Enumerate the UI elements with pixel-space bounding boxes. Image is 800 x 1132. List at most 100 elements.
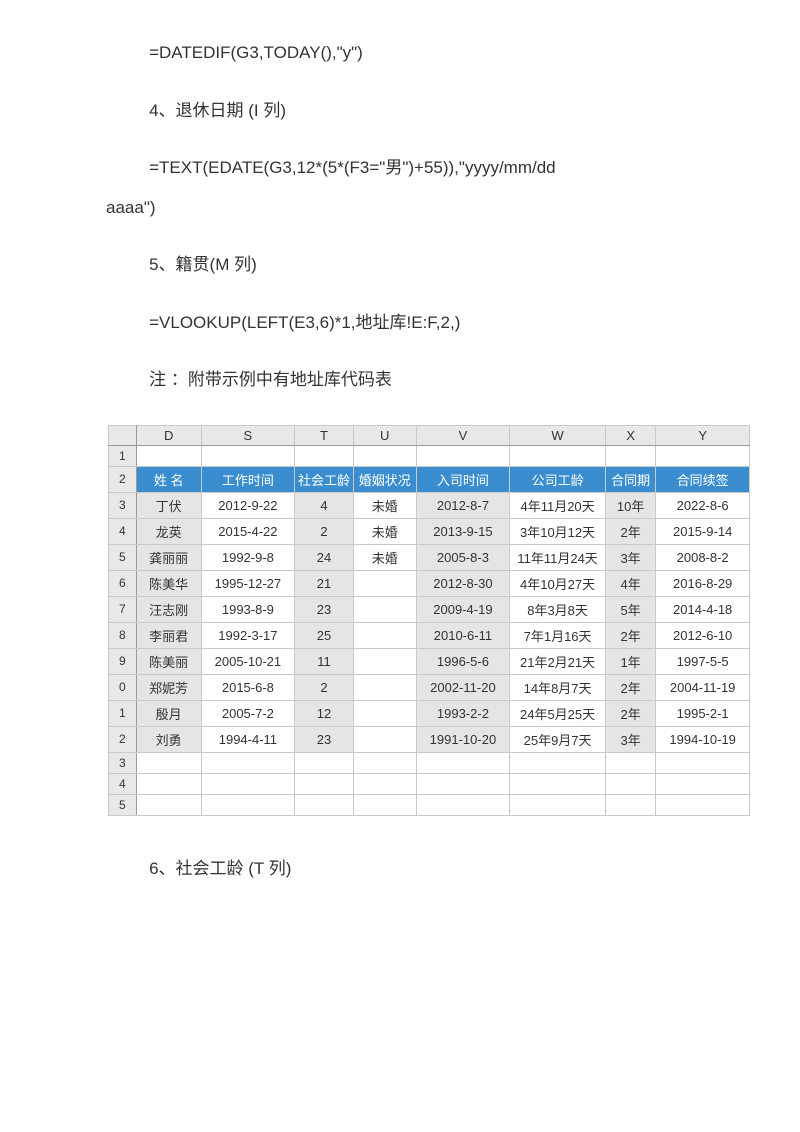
cell-join[interactable]: 1991-10-20 bbox=[416, 726, 510, 752]
cell-mar[interactable] bbox=[353, 674, 416, 700]
row-num[interactable]: 3 bbox=[109, 752, 137, 773]
cell-work[interactable]: 1995-12-27 bbox=[201, 570, 295, 596]
cell[interactable] bbox=[295, 752, 354, 773]
cell-comp[interactable]: 11年11月24天 bbox=[510, 544, 606, 570]
cell[interactable] bbox=[201, 773, 295, 794]
cell[interactable] bbox=[353, 794, 416, 815]
cell[interactable] bbox=[201, 445, 295, 466]
cell-term[interactable]: 3年 bbox=[605, 544, 655, 570]
cell[interactable] bbox=[656, 752, 750, 773]
cell[interactable] bbox=[136, 773, 201, 794]
cell-term[interactable]: 2年 bbox=[605, 622, 655, 648]
cell-comp[interactable]: 3年10月12天 bbox=[510, 518, 606, 544]
header-join[interactable]: 入司时间 bbox=[416, 466, 510, 492]
cell[interactable] bbox=[510, 794, 606, 815]
header-worktime[interactable]: 工作时间 bbox=[201, 466, 295, 492]
cell-soc[interactable]: 11 bbox=[295, 648, 354, 674]
cell-join[interactable]: 2013-9-15 bbox=[416, 518, 510, 544]
cell[interactable] bbox=[656, 445, 750, 466]
cell[interactable] bbox=[136, 445, 201, 466]
cell-join[interactable]: 2005-8-3 bbox=[416, 544, 510, 570]
cell-soc[interactable]: 2 bbox=[295, 518, 354, 544]
cell-work[interactable]: 1992-3-17 bbox=[201, 622, 295, 648]
cell-term[interactable]: 10年 bbox=[605, 492, 655, 518]
cell-renew[interactable]: 2016-8-29 bbox=[656, 570, 750, 596]
cell-mar[interactable] bbox=[353, 700, 416, 726]
header-socialyears[interactable]: 社会工龄 bbox=[295, 466, 354, 492]
cell-comp[interactable]: 24年5月25天 bbox=[510, 700, 606, 726]
cell-join[interactable]: 1996-5-6 bbox=[416, 648, 510, 674]
cell[interactable] bbox=[416, 773, 510, 794]
cell-mar[interactable] bbox=[353, 596, 416, 622]
cell-work[interactable]: 2012-9-22 bbox=[201, 492, 295, 518]
cell[interactable] bbox=[605, 794, 655, 815]
cell-join[interactable]: 1993-2-2 bbox=[416, 700, 510, 726]
cell[interactable] bbox=[416, 445, 510, 466]
cell-name[interactable]: 刘勇 bbox=[136, 726, 201, 752]
cell-soc[interactable]: 12 bbox=[295, 700, 354, 726]
header-contract[interactable]: 合同期 bbox=[605, 466, 655, 492]
header-renew[interactable]: 合同续签 bbox=[656, 466, 750, 492]
cell-comp[interactable]: 7年1月16天 bbox=[510, 622, 606, 648]
cell[interactable] bbox=[136, 752, 201, 773]
col-Y[interactable]: Y bbox=[656, 425, 750, 445]
cell-comp[interactable]: 8年3月8天 bbox=[510, 596, 606, 622]
cell-name[interactable]: 郑妮芳 bbox=[136, 674, 201, 700]
cell-comp[interactable]: 4年11月20天 bbox=[510, 492, 606, 518]
row-num[interactable]: 4 bbox=[109, 773, 137, 794]
cell-term[interactable]: 5年 bbox=[605, 596, 655, 622]
cell[interactable] bbox=[416, 794, 510, 815]
cell[interactable] bbox=[510, 752, 606, 773]
cell-mar[interactable] bbox=[353, 648, 416, 674]
col-W[interactable]: W bbox=[510, 425, 606, 445]
cell-soc[interactable]: 25 bbox=[295, 622, 354, 648]
cell-join[interactable]: 2002-11-20 bbox=[416, 674, 510, 700]
cell-renew[interactable]: 2015-9-14 bbox=[656, 518, 750, 544]
cell-work[interactable]: 2005-7-2 bbox=[201, 700, 295, 726]
cell[interactable] bbox=[295, 445, 354, 466]
cell-comp[interactable]: 25年9月7天 bbox=[510, 726, 606, 752]
cell-soc[interactable]: 21 bbox=[295, 570, 354, 596]
row-num[interactable]: 9 bbox=[109, 648, 137, 674]
col-D[interactable]: D bbox=[136, 425, 201, 445]
cell-mar[interactable]: 未婚 bbox=[353, 544, 416, 570]
cell-soc[interactable]: 24 bbox=[295, 544, 354, 570]
cell-term[interactable]: 2年 bbox=[605, 700, 655, 726]
cell-comp[interactable]: 21年2月21天 bbox=[510, 648, 606, 674]
row-num[interactable]: 0 bbox=[109, 674, 137, 700]
cell-work[interactable]: 1992-9-8 bbox=[201, 544, 295, 570]
cell[interactable] bbox=[605, 773, 655, 794]
header-name[interactable]: 姓 名 bbox=[136, 466, 201, 492]
col-X[interactable]: X bbox=[605, 425, 655, 445]
cell-join[interactable]: 2012-8-30 bbox=[416, 570, 510, 596]
cell[interactable] bbox=[416, 752, 510, 773]
cell[interactable] bbox=[136, 794, 201, 815]
cell-renew[interactable]: 2022-8-6 bbox=[656, 492, 750, 518]
header-marital[interactable]: 婚姻状况 bbox=[353, 466, 416, 492]
cell[interactable] bbox=[353, 773, 416, 794]
cell-work[interactable]: 2005-10-21 bbox=[201, 648, 295, 674]
cell-term[interactable]: 1年 bbox=[605, 648, 655, 674]
cell[interactable] bbox=[353, 752, 416, 773]
cell-soc[interactable]: 23 bbox=[295, 726, 354, 752]
cell-name[interactable]: 陈美华 bbox=[136, 570, 201, 596]
cell-mar[interactable]: 未婚 bbox=[353, 492, 416, 518]
cell-name[interactable]: 龙英 bbox=[136, 518, 201, 544]
row-num[interactable]: 6 bbox=[109, 570, 137, 596]
row-num[interactable]: 1 bbox=[109, 445, 137, 466]
cell-name[interactable]: 汪志刚 bbox=[136, 596, 201, 622]
header-companyyears[interactable]: 公司工龄 bbox=[510, 466, 606, 492]
cell-soc[interactable]: 2 bbox=[295, 674, 354, 700]
cell-mar[interactable] bbox=[353, 726, 416, 752]
cell[interactable] bbox=[510, 445, 606, 466]
select-all-corner[interactable] bbox=[109, 425, 137, 445]
row-num[interactable]: 2 bbox=[109, 466, 137, 492]
cell-work[interactable]: 1994-4-11 bbox=[201, 726, 295, 752]
cell-renew[interactable]: 1997-5-5 bbox=[656, 648, 750, 674]
cell-name[interactable]: 李丽君 bbox=[136, 622, 201, 648]
cell-renew[interactable]: 1994-10-19 bbox=[656, 726, 750, 752]
row-num[interactable]: 3 bbox=[109, 492, 137, 518]
cell-name[interactable]: 丁伏 bbox=[136, 492, 201, 518]
row-num[interactable]: 5 bbox=[109, 544, 137, 570]
cell[interactable] bbox=[656, 773, 750, 794]
